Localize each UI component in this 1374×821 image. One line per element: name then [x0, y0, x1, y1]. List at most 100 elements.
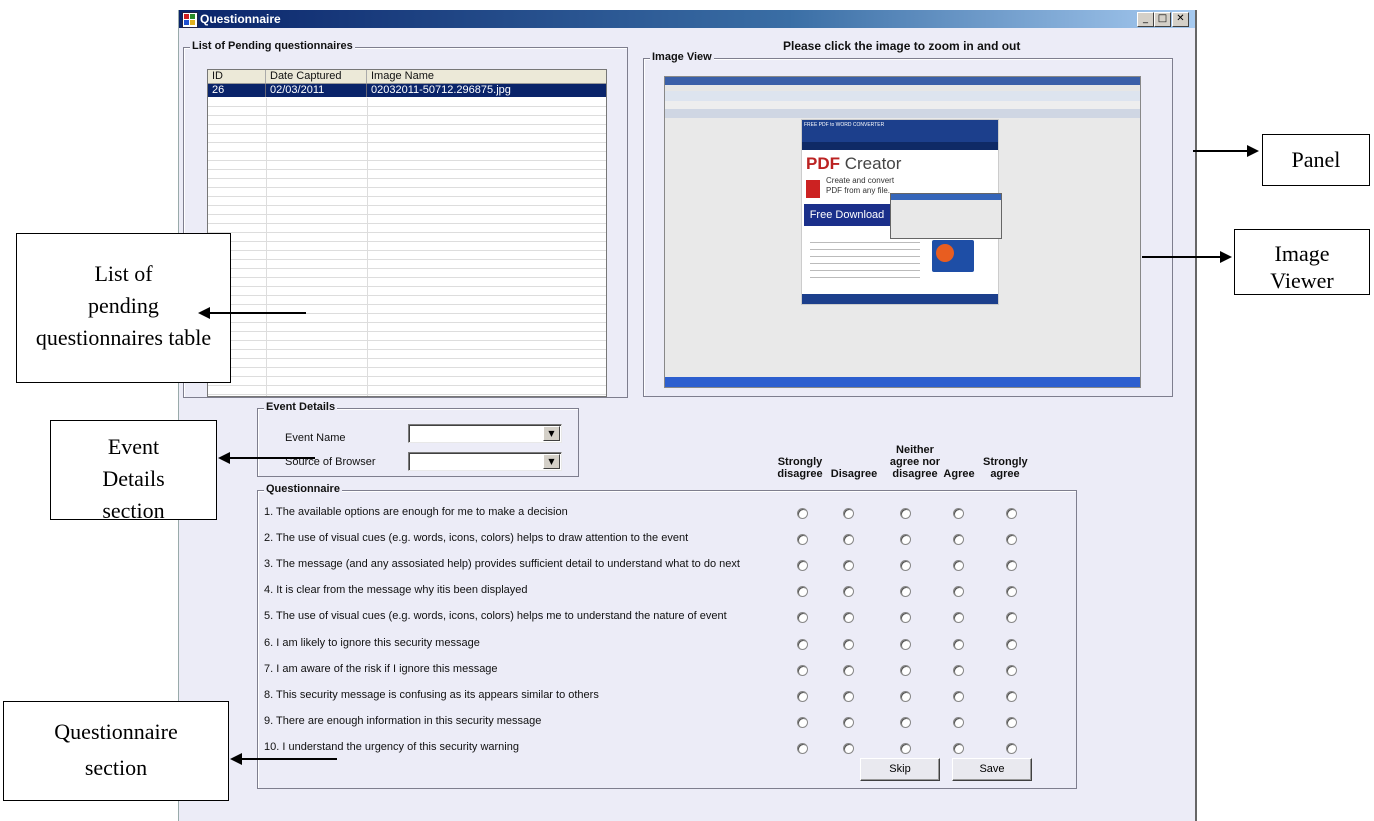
radio-neutral[interactable] — [900, 560, 911, 571]
question-text: 2. The use of visual cues (e.g. words, i… — [264, 532, 689, 544]
title-bar[interactable]: Questionnaire _ □ ✕ — [179, 10, 1195, 28]
radio-disagree[interactable] — [843, 560, 854, 571]
radio-neutral[interactable] — [900, 534, 911, 545]
event-details-callout: Event Details section — [50, 420, 217, 520]
radio-agree[interactable] — [953, 665, 964, 676]
radio-strongly-agree[interactable] — [1006, 586, 1017, 597]
radio-disagree[interactable] — [843, 508, 854, 519]
radio-strongly-disagree[interactable] — [797, 534, 808, 545]
screenshot-webpage: FREE PDF to WORD CONVERTER PDF Creator C… — [801, 119, 1002, 305]
scale-strongly-agree: Strongly agree — [983, 456, 1028, 480]
radio-agree[interactable] — [953, 586, 964, 597]
screenshot-content: FREE PDF to WORD CONVERTER PDF Creator C… — [665, 118, 1140, 377]
maximize-button[interactable]: □ — [1154, 12, 1171, 27]
radio-disagree[interactable] — [843, 639, 854, 650]
event-name-label: Event Name — [285, 432, 346, 444]
column-header-id[interactable]: ID — [208, 70, 266, 83]
radio-disagree[interactable] — [843, 743, 854, 754]
screenshot-security-dialog — [890, 193, 1002, 239]
column-header-date[interactable]: Date Captured — [266, 70, 367, 83]
column-header-image-name[interactable]: Image Name — [367, 70, 606, 83]
radio-strongly-disagree[interactable] — [797, 717, 808, 728]
screenshot-badge-icon — [932, 240, 974, 272]
app-icon — [182, 12, 198, 28]
radio-disagree[interactable] — [843, 665, 854, 676]
radio-strongly-disagree[interactable] — [797, 560, 808, 571]
radio-strongly-disagree[interactable] — [797, 665, 808, 676]
screenshot-bookmarks — [665, 101, 1140, 109]
radio-neutral[interactable] — [900, 743, 911, 754]
radio-agree[interactable] — [953, 691, 964, 702]
chevron-down-icon[interactable]: ▼ — [543, 454, 560, 469]
image-viewer-callout: Image Viewer — [1234, 229, 1370, 295]
arrow-head-icon — [198, 307, 210, 319]
radio-neutral[interactable] — [900, 665, 911, 676]
radio-strongly-disagree[interactable] — [797, 639, 808, 650]
skip-button[interactable]: Skip — [860, 758, 940, 781]
radio-strongly-disagree[interactable] — [797, 743, 808, 754]
radio-strongly-agree[interactable] — [1006, 508, 1017, 519]
radio-agree[interactable] — [953, 743, 964, 754]
panel-callout: Panel — [1262, 134, 1370, 186]
zoom-hint-text: Please click the image to zoom in and ou… — [783, 39, 1021, 53]
radio-disagree[interactable] — [843, 691, 854, 702]
captured-screenshot-image[interactable]: FREE PDF to WORD CONVERTER PDF Creator C… — [664, 76, 1141, 388]
radio-strongly-agree[interactable] — [1006, 612, 1017, 623]
radio-strongly-disagree[interactable] — [797, 691, 808, 702]
radio-strongly-agree[interactable] — [1006, 743, 1017, 754]
radio-neutral[interactable] — [900, 508, 911, 519]
minimize-button[interactable]: _ — [1137, 12, 1154, 27]
event-details-title: Event Details — [264, 401, 338, 413]
radio-strongly-disagree[interactable] — [797, 586, 808, 597]
radio-strongly-disagree[interactable] — [797, 508, 808, 519]
screenshot-taskbar — [665, 377, 1140, 387]
pending-questionnaires-table[interactable]: ID Date Captured Image Name 26 02/03/201… — [207, 69, 607, 397]
radio-agree[interactable] — [953, 508, 964, 519]
scale-label-line: disagree — [892, 468, 938, 480]
event-name-select[interactable]: ▼ — [408, 424, 562, 443]
radio-agree[interactable] — [953, 717, 964, 728]
arrow-head-icon — [230, 753, 242, 765]
scale-strongly-disagree: Strongly disagree — [773, 456, 827, 480]
close-button[interactable]: ✕ — [1172, 12, 1189, 27]
radio-disagree[interactable] — [843, 534, 854, 545]
radio-strongly-disagree[interactable] — [797, 612, 808, 623]
radio-agree[interactable] — [953, 612, 964, 623]
radio-strongly-agree[interactable] — [1006, 534, 1017, 545]
radio-strongly-agree[interactable] — [1006, 560, 1017, 571]
question-text: 7. I am aware of the risk if I ignore th… — [264, 663, 498, 675]
radio-strongly-agree[interactable] — [1006, 717, 1017, 728]
save-button[interactable]: Save — [952, 758, 1032, 781]
radio-neutral[interactable] — [900, 586, 911, 597]
arrow-head-icon — [1220, 251, 1232, 263]
radio-strongly-agree[interactable] — [1006, 639, 1017, 650]
arrow-line — [230, 457, 315, 459]
screenshot-text-lines — [810, 242, 920, 282]
radio-neutral[interactable] — [900, 612, 911, 623]
scale-agree: Agree — [943, 468, 975, 480]
chevron-down-icon[interactable]: ▼ — [543, 426, 560, 441]
question-text: 9. There are enough information in this … — [264, 715, 542, 727]
table-row[interactable]: 26 02/03/2011 02032011-50712.296875.jpg — [208, 84, 606, 97]
pending-questionnaires-group: List of Pending questionnaires ID Date C… — [183, 40, 628, 398]
radio-disagree[interactable] — [843, 612, 854, 623]
empty-rows — [208, 98, 606, 396]
radio-agree[interactable] — [953, 639, 964, 650]
radio-agree[interactable] — [953, 534, 964, 545]
pdf-icon — [806, 180, 820, 198]
radio-strongly-agree[interactable] — [1006, 691, 1017, 702]
image-view-title: Image View — [650, 51, 714, 63]
radio-neutral[interactable] — [900, 691, 911, 702]
radio-neutral[interactable] — [900, 717, 911, 728]
question-text: 4. It is clear from the message why itis… — [264, 584, 528, 596]
radio-neutral[interactable] — [900, 639, 911, 650]
screenshot-addressbar — [665, 91, 1140, 101]
radio-strongly-agree[interactable] — [1006, 665, 1017, 676]
radio-agree[interactable] — [953, 560, 964, 571]
browser-source-select[interactable]: ▼ — [408, 452, 562, 471]
scale-label-line: agree nor — [889, 456, 941, 468]
question-text: 8. This security message is confusing as… — [264, 689, 599, 701]
radio-disagree[interactable] — [843, 717, 854, 728]
radio-disagree[interactable] — [843, 586, 854, 597]
question-text: 3. The message (and any assosiated help)… — [264, 558, 740, 570]
